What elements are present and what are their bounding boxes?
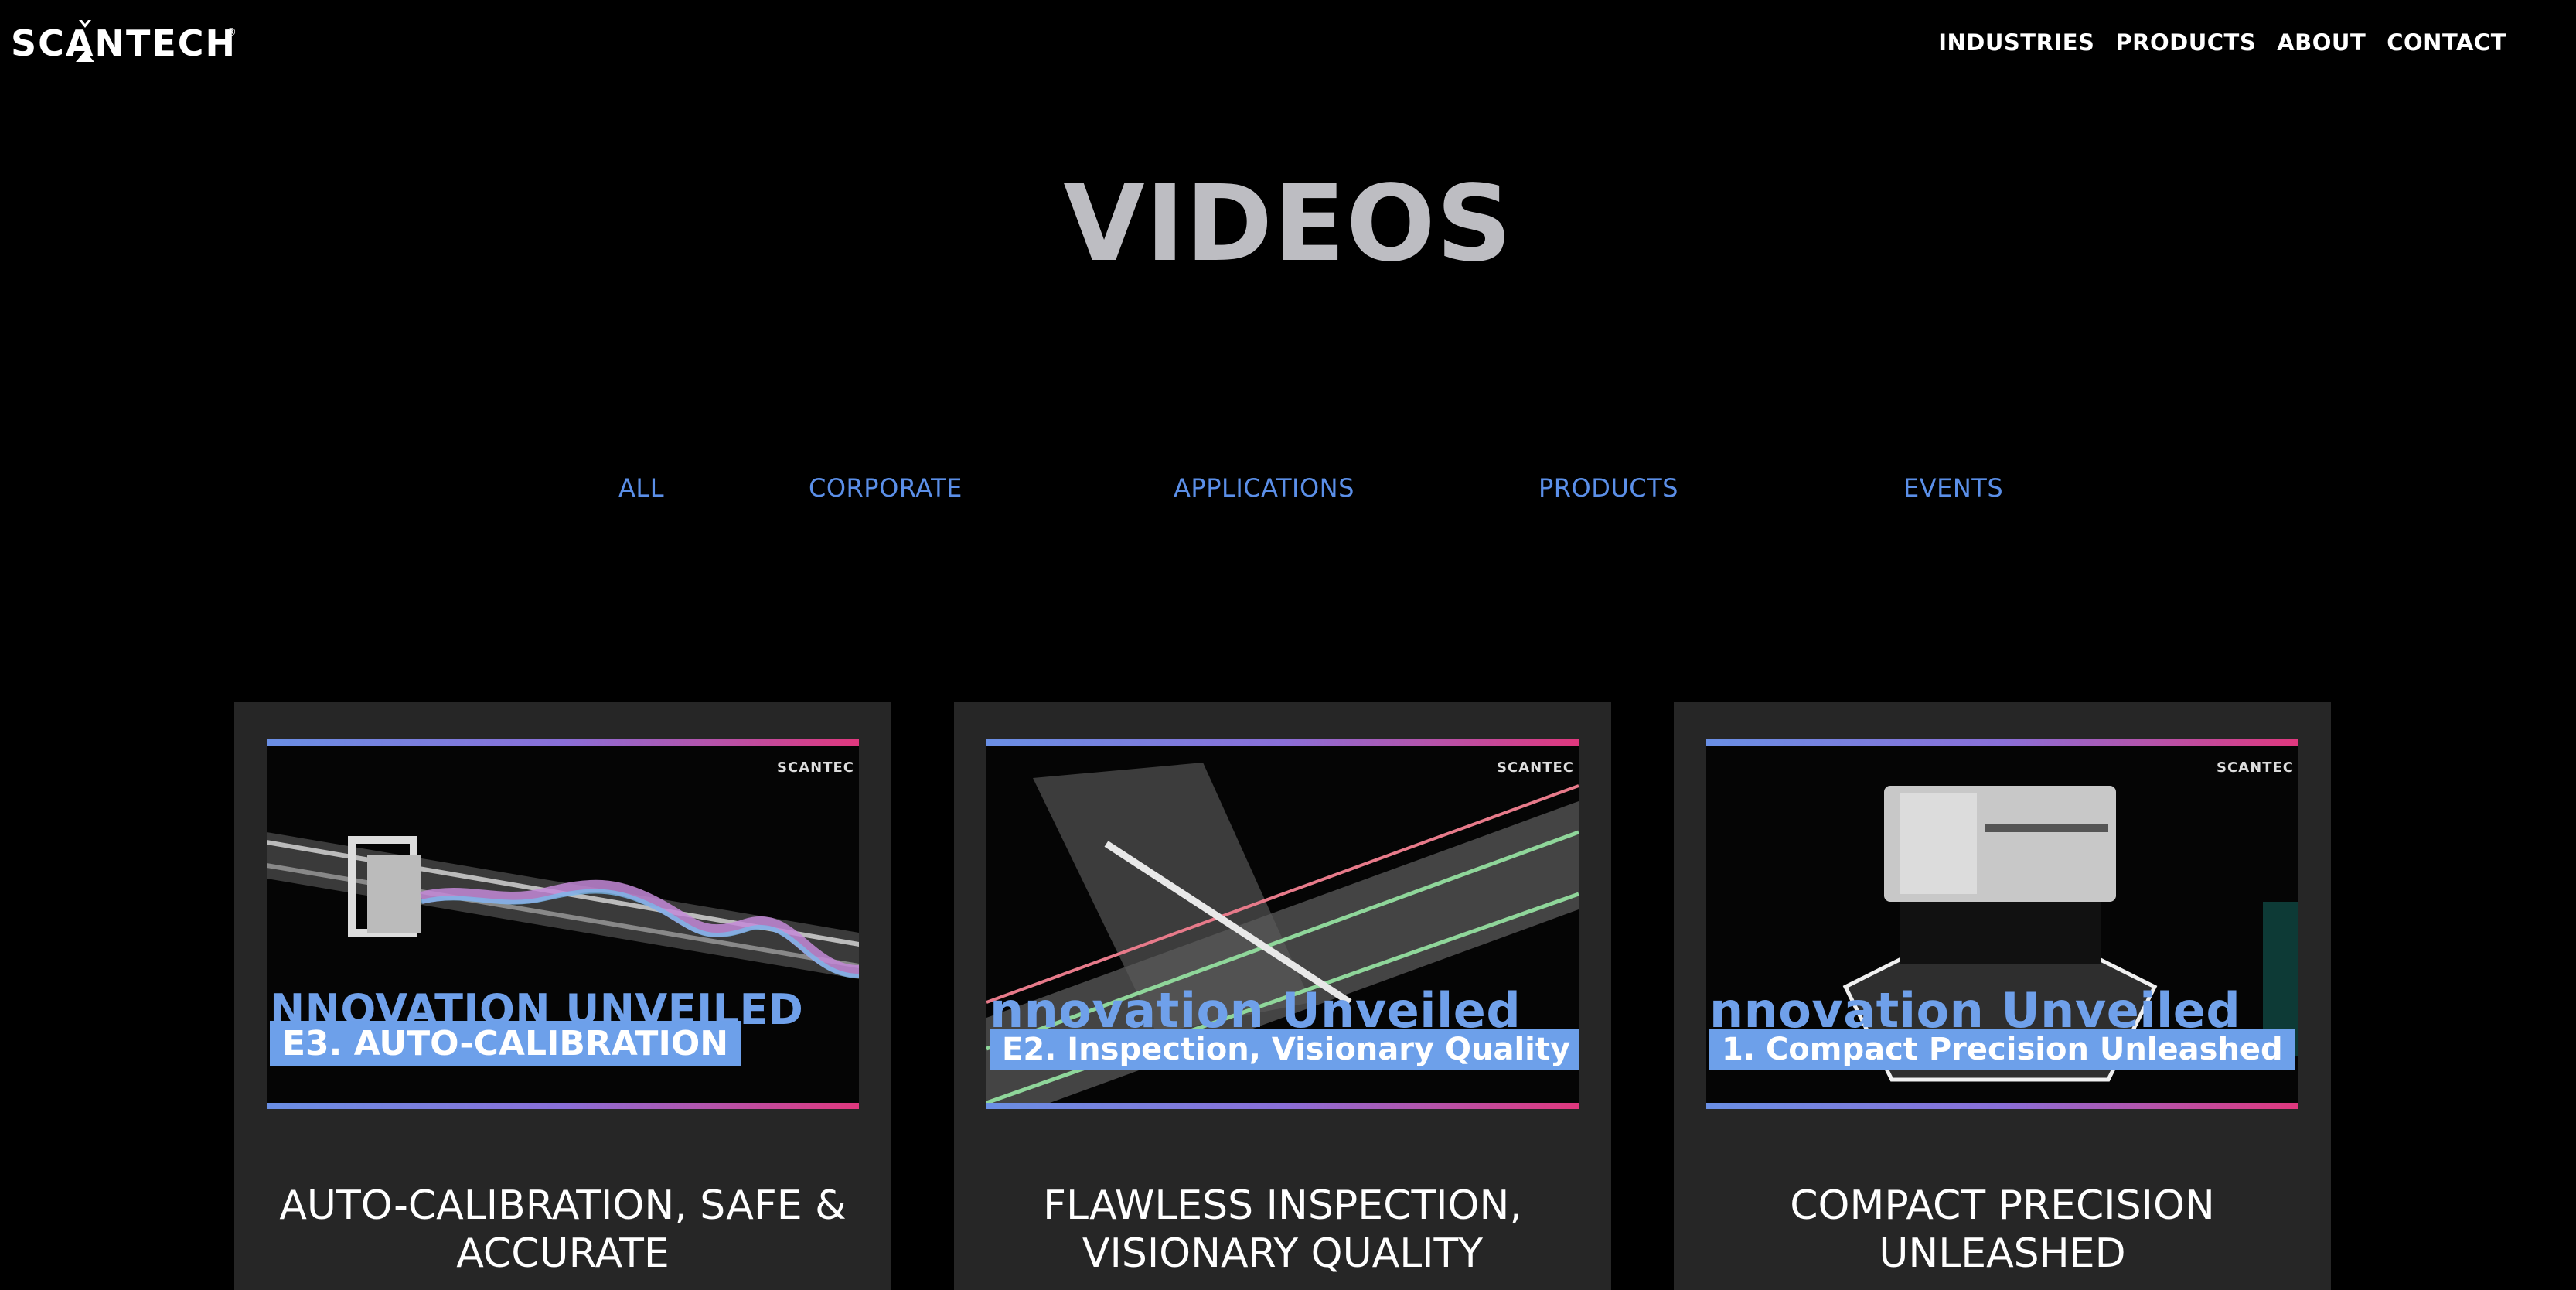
thumbnail-brand: SCANTEC: [777, 759, 854, 776]
video-thumbnail[interactable]: SCANTEC nnovation Unveiled E2. Inspectio…: [986, 739, 1579, 1109]
page-title: VIDEOS: [1063, 163, 1513, 285]
video-title-line1: COMPACT PRECISION: [1790, 1182, 2215, 1229]
video-title[interactable]: FLAWLESS INSPECTION, VISIONARY QUALITY: [954, 1182, 1611, 1278]
nav-contact[interactable]: CONTACT: [2387, 29, 2506, 56]
video-thumbnail[interactable]: SCANTEC nnovation Unveiled 1. Compact Pr…: [1706, 739, 2298, 1109]
video-title-line2: ACCURATE: [456, 1230, 670, 1277]
video-card[interactable]: SCANTEC nnovation Unveiled 1. Compact Pr…: [1674, 702, 2331, 1290]
nav-about[interactable]: ABOUT: [2277, 29, 2366, 56]
filter-applications[interactable]: APPLICATIONS: [1174, 473, 1354, 503]
thumbnail-banner: E3. AUTO-CALIBRATION: [270, 1021, 741, 1066]
filter-events[interactable]: EVENTS: [1903, 473, 2003, 503]
logo-graphic: SCANTECH ®: [11, 20, 237, 64]
filter-all[interactable]: ALL: [618, 473, 664, 503]
thumbnail-brand: SCANTEC: [2217, 759, 2294, 776]
video-filter-tabs: ALL CORPORATE APPLICATIONS PRODUCTS EVEN…: [0, 473, 2576, 504]
video-title[interactable]: AUTO-CALIBRATION, SAFE & ACCURATE: [234, 1182, 891, 1278]
video-title-line1: AUTO-CALIBRATION, SAFE &: [279, 1182, 847, 1229]
video-title-line2: UNLEASHED: [1879, 1230, 2126, 1277]
scantech-logo[interactable]: SCANTECH ®: [11, 17, 243, 73]
nav-products[interactable]: PRODUCTS: [2115, 29, 2256, 56]
logo-text: SCANTECH: [11, 22, 237, 64]
nav-industries[interactable]: INDUSTRIES: [1938, 29, 2094, 56]
filter-corporate[interactable]: CORPORATE: [809, 473, 963, 503]
thumbnail-brand: SCANTEC: [1497, 759, 1574, 776]
video-card[interactable]: SCANTEC NNOVATION UNVEILED E3. AUTO-CALI…: [234, 702, 891, 1290]
main-nav: INDUSTRIES PRODUCTS ABOUT CONTACT: [1938, 29, 2506, 56]
thumbnail-banner: E2. Inspection, Visionary Quality: [990, 1029, 1579, 1070]
video-thumbnail[interactable]: SCANTEC NNOVATION UNVEILED E3. AUTO-CALI…: [267, 739, 859, 1109]
video-title[interactable]: COMPACT PRECISION UNLEASHED: [1674, 1182, 2331, 1278]
video-title-line2: VISIONARY QUALITY: [1082, 1230, 1484, 1277]
filter-products[interactable]: PRODUCTS: [1538, 473, 1678, 503]
logo-registered-mark: ®: [226, 26, 237, 39]
thumbnail-banner: 1. Compact Precision Unleashed: [1709, 1029, 2295, 1070]
video-card[interactable]: SCANTEC nnovation Unveiled E2. Inspectio…: [954, 702, 1611, 1290]
video-title-line1: FLAWLESS INSPECTION,: [1043, 1182, 1522, 1229]
